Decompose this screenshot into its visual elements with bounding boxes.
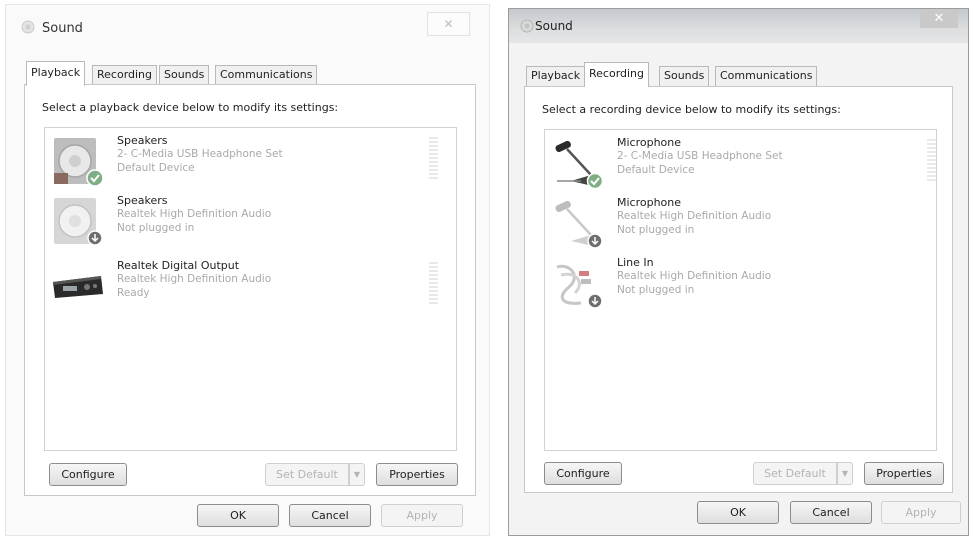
device-status: Default Device — [117, 162, 195, 174]
set-default-dropdown-arrow[interactable]: ▼ — [349, 463, 365, 486]
device-status: Not plugged in — [617, 284, 695, 296]
apply-button[interactable]: Apply — [381, 504, 463, 527]
set-default-button[interactable]: Set Default — [265, 463, 349, 486]
level-meter — [429, 262, 438, 306]
window-title: Sound — [535, 19, 573, 33]
tab-sounds[interactable]: Sounds — [659, 66, 710, 86]
line-in-cable-icon — [551, 257, 605, 311]
device-name: Speakers — [117, 134, 168, 147]
sound-app-icon — [519, 18, 535, 34]
device-name: Speakers — [117, 194, 168, 207]
device-status: Not plugged in — [117, 222, 195, 234]
set-default-dropdown-arrow[interactable]: ▼ — [837, 462, 853, 485]
tab-panel-recording: Select a recording device below to modif… — [524, 86, 953, 493]
default-check-badge — [86, 169, 104, 187]
device-description: Realtek High Definition Audio — [617, 270, 772, 282]
tab-communications[interactable]: Communications — [715, 66, 818, 86]
tab-recording[interactable]: Recording — [584, 62, 650, 87]
tab-playback[interactable]: Playback — [26, 61, 86, 86]
apply-button[interactable]: Apply — [881, 501, 961, 524]
speaker-icon — [51, 195, 105, 249]
title-bar: Sound ✕ — [6, 5, 489, 47]
device-description: Realtek High Definition Audio — [617, 210, 772, 222]
tab-panel-playback: Select a playback device below to modify… — [24, 84, 476, 496]
default-check-badge — [586, 172, 604, 190]
device-name: Microphone — [617, 136, 682, 149]
device-item[interactable]: Speakers 2- C-Media USB Headphone Set De… — [45, 131, 456, 191]
device-item[interactable]: Line In Realtek High Definition Audio No… — [545, 253, 936, 313]
device-status: Not plugged in — [617, 224, 695, 236]
device-description: 2- C-Media USB Headphone Set — [617, 150, 783, 162]
properties-button[interactable]: Properties — [864, 462, 944, 485]
speaker-icon — [51, 135, 105, 189]
close-button[interactable]: ✕ — [920, 9, 958, 28]
tab-sounds[interactable]: Sounds — [159, 65, 210, 85]
device-status: Default Device — [617, 164, 695, 176]
device-item[interactable]: Speakers Realtek High Definition Audio N… — [45, 191, 456, 251]
configure-button[interactable]: Configure — [49, 463, 127, 486]
set-default-button[interactable]: Set Default — [753, 462, 837, 485]
ok-button[interactable]: OK — [197, 504, 279, 527]
configure-button[interactable]: Configure — [544, 462, 622, 485]
device-name: Realtek Digital Output — [117, 259, 240, 272]
close-button[interactable]: ✕ — [427, 12, 470, 36]
instruction-text: Select a recording device below to modif… — [542, 103, 841, 116]
level-meter — [429, 137, 438, 181]
tab-recording[interactable]: Recording — [92, 65, 158, 85]
cancel-button[interactable]: Cancel — [790, 501, 872, 524]
microphone-icon — [551, 197, 605, 251]
sound-dialog-recording: Sound ✕ Playback Recording Sounds Commun… — [508, 8, 969, 536]
tab-playback[interactable]: Playback — [526, 66, 586, 86]
device-list: Speakers 2- C-Media USB Headphone Set De… — [44, 127, 457, 451]
digital-output-receiver-icon — [51, 260, 105, 314]
device-item[interactable]: Realtek Digital Output Realtek High Defi… — [45, 256, 456, 316]
device-item[interactable]: Microphone Realtek High Definition Audio… — [545, 193, 936, 253]
ok-button[interactable]: OK — [697, 501, 779, 524]
device-name: Line In — [617, 256, 654, 269]
sound-app-icon — [20, 19, 36, 35]
sound-dialog-playback: Sound ✕ Playback Recording Sounds Commun… — [5, 4, 490, 536]
device-item[interactable]: Microphone 2- C-Media USB Headphone Set … — [545, 133, 936, 193]
level-meter — [927, 139, 936, 183]
properties-button[interactable]: Properties — [376, 463, 458, 486]
device-status: Ready — [117, 287, 150, 299]
tab-communications[interactable]: Communications — [215, 65, 318, 85]
microphone-icon — [551, 137, 605, 191]
device-description: 2- C-Media USB Headphone Set — [117, 148, 283, 160]
title-bar: Sound ✕ — [509, 9, 968, 43]
device-name: Microphone — [617, 196, 682, 209]
instruction-text: Select a playback device below to modify… — [42, 101, 339, 114]
device-description: Realtek High Definition Audio — [117, 273, 272, 285]
cancel-button[interactable]: Cancel — [289, 504, 371, 527]
device-description: Realtek High Definition Audio — [117, 208, 272, 220]
device-list: Microphone 2- C-Media USB Headphone Set … — [544, 129, 937, 451]
window-title: Sound — [42, 21, 83, 36]
